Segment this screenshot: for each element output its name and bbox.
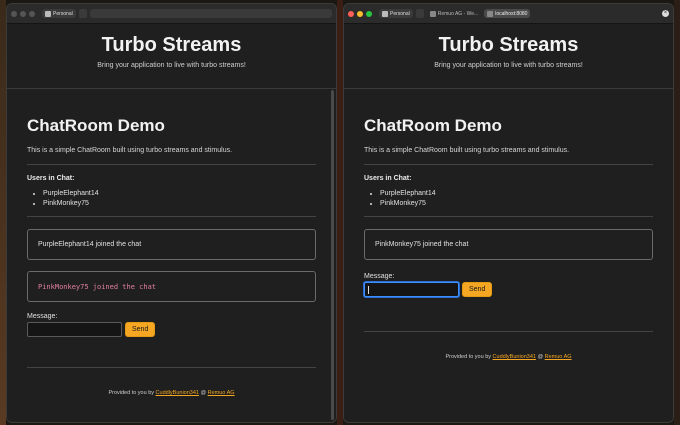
close-window-button[interactable]: [348, 10, 354, 17]
users-list: PurpleElephant14 PinkMonkey75: [27, 189, 316, 209]
user-item: PinkMonkey75: [43, 199, 316, 209]
profile-icon: [382, 10, 388, 17]
browser-toolbar: Personal Remuo AG - We... localhost:8080…: [344, 4, 673, 24]
favicon-icon: [429, 10, 436, 17]
tab-title: localhost:8080: [495, 10, 528, 17]
footer-author-link[interactable]: CuddlyBunion341: [156, 390, 199, 396]
user-item: PurpleElephant14: [380, 189, 653, 199]
favicon-icon: [487, 10, 494, 17]
footer: Provided to you by CuddlyBunion341 @ Rem…: [364, 354, 653, 360]
text-cursor: [368, 286, 369, 294]
chat-intro: This is a simple ChatRoom built using tu…: [364, 147, 570, 154]
site-header: Turbo Streams Bring your application to …: [344, 24, 673, 89]
minimize-window-button[interactable]: [20, 10, 26, 17]
window-controls: [11, 10, 35, 17]
divider: [364, 216, 653, 217]
close-tab-icon[interactable]: ×: [662, 10, 669, 17]
divider: [364, 164, 653, 165]
profile-label: Personal: [53, 10, 73, 17]
site-tagline: Bring your application to live with turb…: [97, 62, 246, 69]
footer-separator: @: [537, 354, 544, 360]
divider: [364, 331, 653, 332]
sidebar-toggle-button[interactable]: [78, 9, 87, 18]
profile-label: Personal: [390, 10, 410, 17]
zoom-window-button[interactable]: [29, 10, 35, 17]
minimize-window-button[interactable]: [357, 10, 363, 17]
browser-window-right: Personal Remuo AG - We... localhost:8080…: [343, 3, 674, 423]
users-title: Users in Chat:: [27, 175, 75, 182]
message-form: Send: [364, 282, 653, 297]
users-list: PurpleElephant14 PinkMonkey75: [364, 189, 653, 209]
chat-intro: This is a simple ChatRoom built using tu…: [27, 147, 233, 154]
scrollbar[interactable]: [331, 90, 334, 420]
user-item: PinkMonkey75: [380, 199, 653, 209]
divider: [27, 164, 316, 165]
profile-icon: [45, 10, 51, 17]
tab-title: Remuo AG - We...: [437, 10, 479, 17]
site-header: Turbo Streams Bring your application to …: [7, 24, 336, 89]
footer-author-link[interactable]: CuddlyBunion341: [493, 354, 536, 360]
message-label: Message:: [27, 313, 58, 320]
sidebar-toggle-button[interactable]: [415, 9, 424, 18]
chat-title: ChatRoom Demo: [27, 116, 165, 135]
browser-window-left: Personal Turbo Streams Bring your applic…: [6, 3, 337, 423]
browser-tab-active[interactable]: localhost:8080: [484, 9, 531, 18]
chat-message: PurpleElephant14 joined the chat: [27, 229, 316, 260]
browser-tab[interactable]: Remuo AG - We...: [427, 9, 481, 18]
site-title: Turbo Streams: [438, 34, 579, 56]
send-button[interactable]: Send: [462, 282, 493, 297]
site-title: Turbo Streams: [101, 34, 242, 56]
footer-prefix: Provided to you by: [108, 390, 155, 396]
footer-separator: @: [200, 390, 207, 396]
chat-message: PinkMonkey75 joined the chat: [364, 229, 653, 260]
user-item: PurpleElephant14: [43, 189, 316, 199]
chat-message-highlighted: PinkMonkey75 joined the chat: [27, 271, 316, 302]
footer-prefix: Provided to you by: [445, 354, 492, 360]
chat-title: ChatRoom Demo: [364, 116, 502, 135]
desktop-background: [674, 0, 680, 425]
address-bar[interactable]: [89, 9, 332, 18]
message-input[interactable]: [27, 322, 122, 337]
divider: [27, 367, 316, 368]
message-input[interactable]: [364, 282, 459, 297]
chat-content: ChatRoom Demo This is a simple ChatRoom …: [7, 116, 336, 396]
close-window-button[interactable]: [11, 10, 17, 17]
send-button[interactable]: Send: [125, 322, 156, 337]
web-page: Turbo Streams Bring your application to …: [344, 24, 673, 422]
zoom-window-button[interactable]: [366, 10, 372, 17]
chat-content: ChatRoom Demo This is a simple ChatRoom …: [344, 116, 673, 360]
users-title: Users in Chat:: [364, 175, 412, 182]
divider: [27, 216, 316, 217]
site-tagline: Bring your application to live with turb…: [434, 62, 583, 69]
browser-toolbar: Personal: [7, 4, 336, 24]
message-form: Send: [27, 322, 316, 337]
profile-switcher[interactable]: Personal: [379, 9, 413, 18]
web-page: Turbo Streams Bring your application to …: [7, 24, 336, 422]
window-controls: [348, 10, 372, 17]
footer: Provided to you by CuddlyBunion341 @ Rem…: [27, 390, 316, 396]
footer-company-link[interactable]: Remuo AG: [545, 354, 572, 360]
profile-switcher[interactable]: Personal: [42, 9, 76, 18]
footer-company-link[interactable]: Remuo AG: [208, 390, 235, 396]
message-label: Message:: [364, 273, 395, 280]
